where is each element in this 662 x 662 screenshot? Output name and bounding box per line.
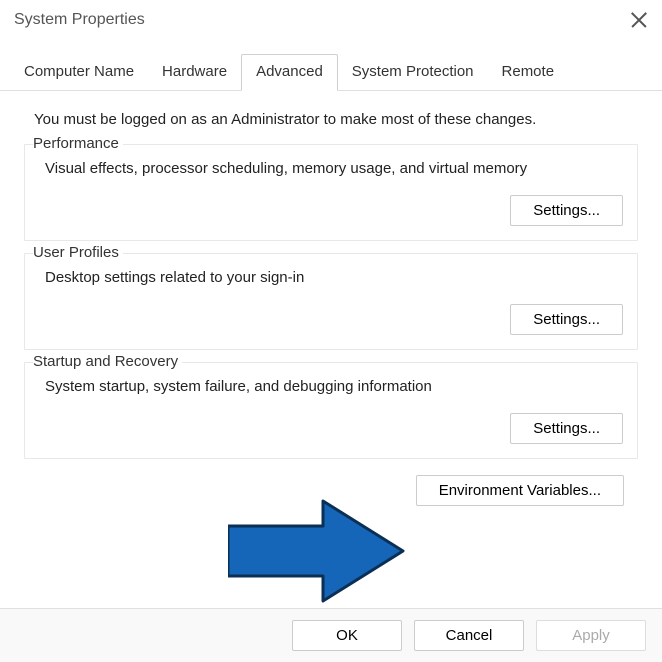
section-performance-title: Performance: [33, 135, 123, 152]
tab-system-protection[interactable]: System Protection: [338, 55, 488, 90]
close-icon[interactable]: [630, 11, 648, 29]
tab-hardware[interactable]: Hardware: [148, 55, 241, 90]
tab-computer-name[interactable]: Computer Name: [10, 55, 148, 90]
env-variables-row: Environment Variables...: [24, 471, 638, 516]
tab-advanced[interactable]: Advanced: [241, 54, 338, 91]
admin-notice: You must be logged on as an Administrato…: [24, 111, 638, 128]
startup-settings-button[interactable]: Settings...: [510, 413, 623, 444]
section-startup-desc: System startup, system failure, and debu…: [39, 378, 623, 395]
user-profiles-settings-button[interactable]: Settings...: [510, 304, 623, 335]
tab-content: You must be logged on as an Administrato…: [0, 91, 662, 516]
ok-button[interactable]: OK: [292, 620, 402, 651]
section-performance: Performance Visual effects, processor sc…: [24, 144, 638, 241]
performance-settings-button[interactable]: Settings...: [510, 195, 623, 226]
section-user-profiles-title: User Profiles: [33, 244, 123, 261]
section-user-profiles-desc: Desktop settings related to your sign-in: [39, 269, 623, 286]
cancel-button[interactable]: Cancel: [414, 620, 524, 651]
apply-button[interactable]: Apply: [536, 620, 646, 651]
environment-variables-button[interactable]: Environment Variables...: [416, 475, 624, 506]
window-title: System Properties: [14, 11, 145, 29]
section-startup-title: Startup and Recovery: [33, 353, 182, 370]
titlebar: System Properties: [0, 0, 662, 40]
dialog-footer: OK Cancel Apply: [0, 608, 662, 662]
section-performance-desc: Visual effects, processor scheduling, me…: [39, 160, 623, 177]
tab-remote[interactable]: Remote: [488, 55, 569, 90]
section-user-profiles: User Profiles Desktop settings related t…: [24, 253, 638, 350]
tabs-row: Computer Name Hardware Advanced System P…: [0, 54, 662, 91]
section-startup-recovery: Startup and Recovery System startup, sys…: [24, 362, 638, 459]
